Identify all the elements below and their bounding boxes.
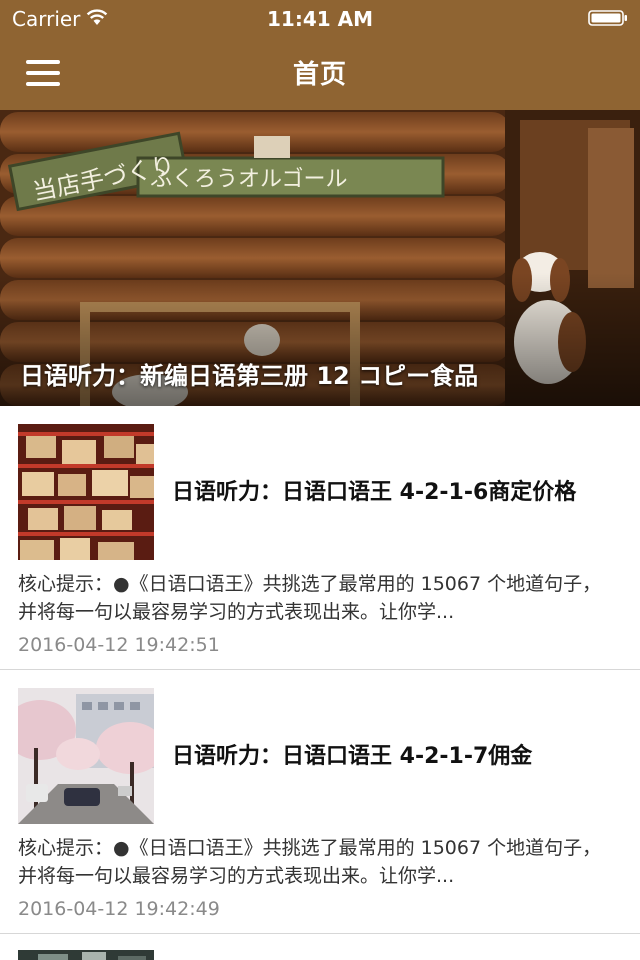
- hero-caption: 日语听力：新编日语第三册 12 コピー食品: [20, 362, 479, 390]
- nav-bar: 首页: [0, 36, 640, 110]
- screen: Carrier 11:41 AM 首页 当店手づくり ふくろうオルゴール 日语听…: [0, 0, 640, 960]
- news-title: 日语听力：日语口语王 4-2-1-7佣金: [172, 744, 533, 769]
- news-item[interactable]: [0, 934, 640, 960]
- news-item[interactable]: 日语听力：日语口语王 4-2-1-7佣金 核心提示：●《日语口语王》共挑选了最常…: [0, 670, 640, 934]
- news-thumbnail: [18, 950, 154, 960]
- news-list: 日语听力：日语口语王 4-2-1-6商定价格 核心提示：●《日语口语王》共挑选了…: [0, 406, 640, 960]
- hero-sign-bottom-text: ふくろうオルゴール: [150, 167, 348, 192]
- news-summary: 核心提示：●《日语口语王》共挑选了最常用的 15067 个地道句子，并将每一句以…: [18, 573, 602, 623]
- news-item[interactable]: 日语听力：日语口语王 4-2-1-6商定价格 核心提示：●《日语口语王》共挑选了…: [0, 406, 640, 670]
- page-title: 首页: [292, 60, 347, 90]
- news-date: 2016-04-12 19:42:51: [18, 634, 220, 656]
- battery-icon: [588, 10, 627, 26]
- news-summary: 核心提示：●《日语口语王》共挑选了最常用的 15067 个地道句子，并将每一句以…: [18, 837, 602, 887]
- news-thumbnail: [18, 424, 154, 560]
- status-bar: Carrier 11:41 AM: [0, 0, 640, 36]
- hero-banner[interactable]: 当店手づくり ふくろうオルゴール 日语听力：新编日语第三册 12 コピー食品: [0, 110, 640, 406]
- news-thumbnail: [18, 688, 154, 824]
- news-date: 2016-04-12 19:42:49: [18, 898, 220, 920]
- news-title: 日语听力：日语口语王 4-2-1-6商定价格: [172, 480, 577, 505]
- status-time: 11:41 AM: [266, 7, 373, 31]
- top-bar: Carrier 11:41 AM 首页: [0, 0, 640, 110]
